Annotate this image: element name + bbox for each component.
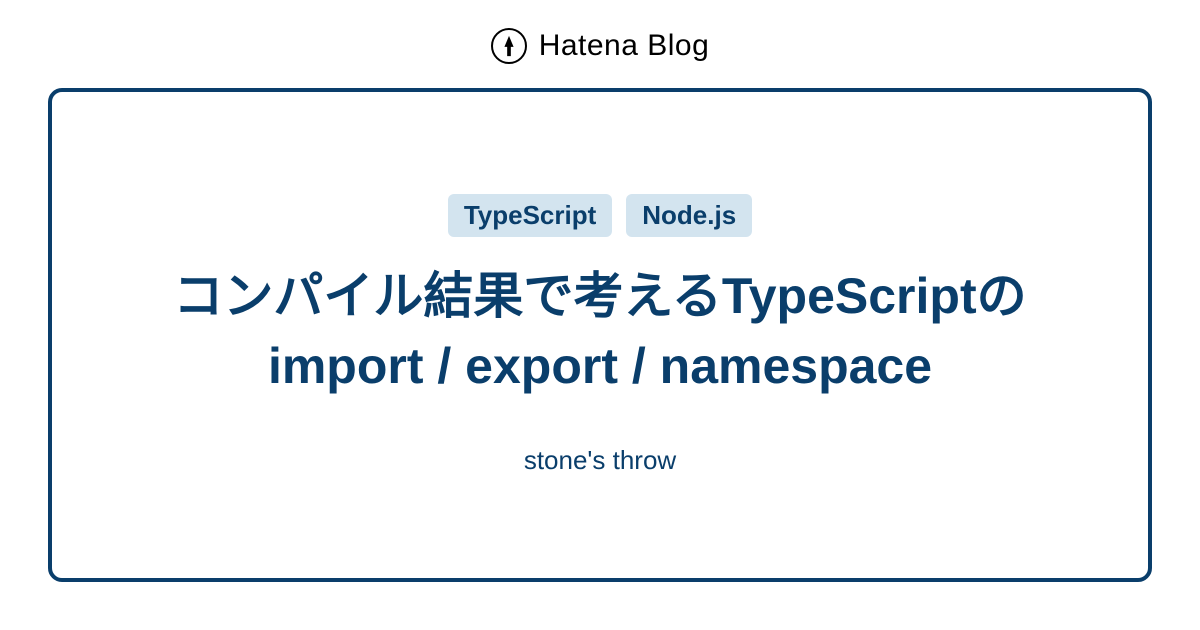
- logo-text: Hatena Blog: [539, 29, 710, 63]
- header: Hatena Blog: [0, 0, 1200, 88]
- tag-item[interactable]: Node.js: [626, 194, 752, 237]
- hatena-logo-icon: [491, 28, 527, 64]
- blog-name: stone's throw: [524, 445, 676, 476]
- article-card: TypeScript Node.js コンパイル結果で考えるTypeScript…: [48, 88, 1152, 582]
- article-title: コンパイル結果で考えるTypeScriptのimport / export / …: [150, 261, 1050, 401]
- tag-item[interactable]: TypeScript: [448, 194, 612, 237]
- tag-list: TypeScript Node.js: [448, 194, 752, 237]
